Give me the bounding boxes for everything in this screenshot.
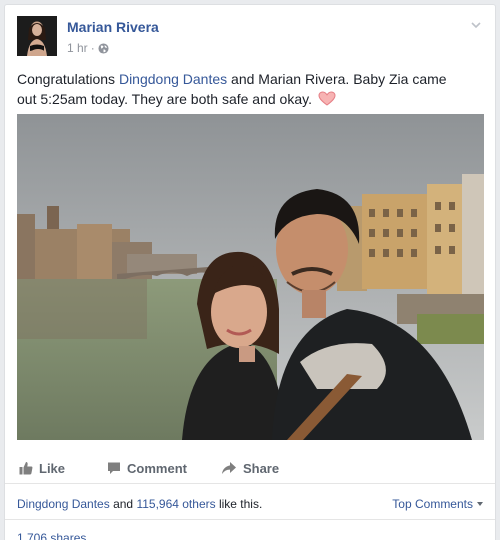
shares-link[interactable]: 1,706 shares bbox=[17, 531, 86, 540]
thumbs-up-icon bbox=[19, 462, 33, 475]
likes-text: Dingdong Dantes and 115,964 others like … bbox=[17, 497, 262, 511]
post-timestamp[interactable]: 1 hr bbox=[67, 41, 88, 55]
heart-icon bbox=[318, 91, 336, 106]
comment-icon bbox=[108, 462, 121, 474]
caret-down-icon bbox=[477, 502, 483, 506]
shares-summary: 1,706 shares bbox=[5, 519, 495, 540]
share-button[interactable]: Share bbox=[221, 461, 279, 476]
mention-link[interactable]: Dingdong Dantes bbox=[119, 71, 227, 87]
globe-icon[interactable] bbox=[98, 42, 109, 54]
top-comments-label: Top Comments bbox=[392, 497, 473, 511]
avatar[interactable] bbox=[17, 16, 57, 56]
likes-and: and bbox=[109, 497, 137, 511]
share-icon bbox=[221, 462, 236, 474]
post-text-before: Congratulations bbox=[17, 71, 119, 87]
author-name[interactable]: Marian Rivera bbox=[67, 19, 159, 35]
share-label: Share bbox=[242, 460, 280, 476]
likes-suffix: like this. bbox=[215, 497, 263, 511]
post-photo[interactable] bbox=[17, 114, 484, 440]
top-comments-dropdown[interactable]: Top Comments bbox=[392, 497, 483, 511]
likes-others-link[interactable]: 115,964 others bbox=[136, 497, 215, 511]
like-label: Like bbox=[39, 460, 66, 476]
post-actions: Like Comment Share bbox=[17, 454, 484, 482]
post-header: Marian Rivera 1 hr · bbox=[17, 16, 483, 58]
meta-separator: · bbox=[90, 41, 95, 55]
post-meta: 1 hr · bbox=[67, 41, 109, 55]
post-card: Marian Rivera 1 hr · Congratulations Din… bbox=[4, 4, 496, 540]
post-text: Congratulations Dingdong Dantes and Mari… bbox=[17, 69, 457, 109]
liker-name-link[interactable]: Dingdong Dantes bbox=[17, 497, 110, 511]
chevron-down-icon[interactable] bbox=[469, 18, 483, 32]
comment-button[interactable]: Comment bbox=[107, 461, 187, 476]
comment-label: Comment bbox=[127, 460, 187, 476]
likes-summary: Dingdong Dantes and 115,964 others like … bbox=[5, 483, 495, 519]
like-button[interactable]: Like bbox=[19, 461, 65, 476]
